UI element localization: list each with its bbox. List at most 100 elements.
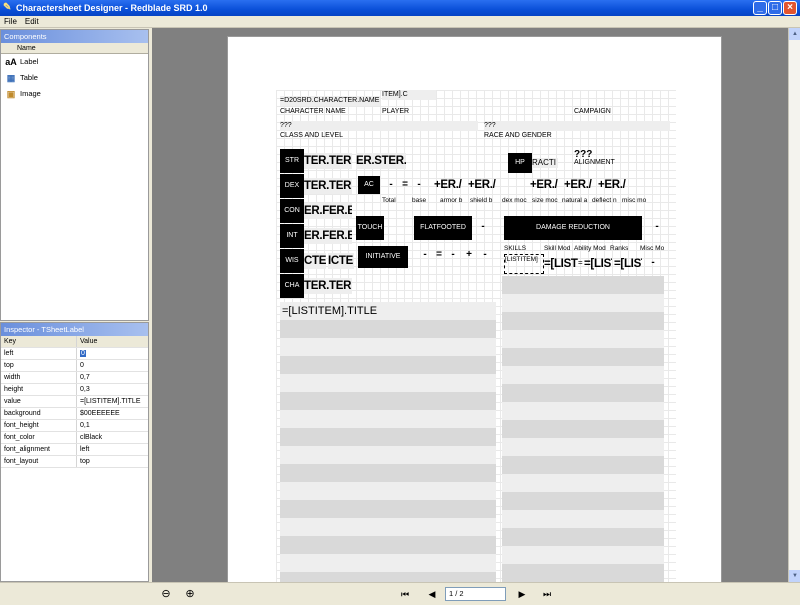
ability-dex-value[interactable]: TER.TER (304, 178, 352, 194)
ac-total[interactable]: - (386, 180, 396, 190)
component-label[interactable]: aA Label (1, 54, 148, 70)
touch-label[interactable]: TOUCH (356, 216, 384, 240)
menu-file[interactable]: File (0, 16, 21, 28)
ac-lbl-deflect[interactable]: deflect n (592, 196, 620, 206)
label-character-name[interactable]: CHARACTER NAME (280, 107, 346, 117)
inspector-row[interactable]: font_color clBlack (1, 432, 148, 444)
ac-natural[interactable]: +ER./ (564, 177, 598, 193)
misc-mod-value[interactable]: - (646, 258, 660, 268)
component-table[interactable]: ▦ Table (1, 70, 148, 86)
character-name-field[interactable]: =D20SRD.CHARACTER.NAME (280, 96, 380, 106)
scroll-down-icon[interactable]: ▼ (789, 570, 800, 582)
ac-lbl-misc[interactable]: misc mo (622, 196, 650, 206)
flatfooted-value[interactable]: - (476, 222, 490, 232)
skill-mod-label[interactable]: Skill Mod (544, 244, 570, 254)
damage-reduction-value[interactable]: - (650, 222, 664, 232)
ability-wis[interactable]: WIS (280, 249, 304, 273)
ac-lbl-size[interactable]: size moc (532, 196, 560, 206)
components-col-name[interactable]: Name (1, 43, 148, 54)
skills-listitem-selected[interactable]: [LISTITEM] (504, 254, 544, 274)
skills-label[interactable]: SKILLS (504, 244, 526, 254)
ability-str-mod[interactable]: ER.STER.S (356, 153, 406, 169)
ability-cha-value[interactable]: TER.TER (304, 278, 352, 294)
ability-con-value[interactable]: ER.FER.B (304, 203, 352, 219)
inspector-row[interactable]: height 0,3 (1, 384, 148, 396)
prop-value[interactable]: =[LISTITEM].TITLE (77, 396, 148, 407)
label-class-level[interactable]: CLASS AND LEVEL (280, 131, 343, 141)
ac-armor[interactable]: +ER./ (434, 177, 468, 193)
init-dex[interactable]: - (446, 250, 460, 260)
component-image[interactable]: ▣ Image (1, 86, 148, 102)
label-player[interactable]: PLAYER (382, 107, 409, 117)
inspector-row[interactable]: left 0 (1, 348, 148, 360)
ranks-value[interactable]: =[LIST (614, 256, 642, 272)
prop-value[interactable]: 0,7 (77, 372, 148, 383)
zoom-out-icon[interactable]: ⊖ (158, 586, 174, 602)
inspector-row[interactable]: value =[LISTITEM].TITLE (1, 396, 148, 408)
ac-size[interactable]: +ER./ (530, 177, 564, 193)
prop-value[interactable]: 0,3 (77, 384, 148, 395)
hp-fragment[interactable]: RACTI (532, 158, 558, 168)
flatfooted-label[interactable]: FLATFOOTED (414, 216, 472, 240)
ability-wis-value[interactable]: CTE (304, 253, 326, 269)
init-total[interactable]: - (418, 250, 432, 260)
ability-con[interactable]: CON (280, 199, 304, 223)
ability-cha[interactable]: CHA (280, 274, 304, 298)
ability-int[interactable]: INT (280, 224, 304, 248)
ac-label[interactable]: AC (358, 176, 380, 194)
list-title[interactable]: =[LISTITEM].TITLE (280, 302, 496, 320)
zoom-in-icon[interactable]: ⊕ (182, 586, 198, 602)
ac-lbl-natural[interactable]: natural a (562, 196, 590, 206)
init-plus[interactable]: + (462, 250, 476, 260)
menu-edit[interactable]: Edit (21, 16, 43, 28)
ability-mod-label[interactable]: Ability Mod (574, 244, 606, 254)
ac-base[interactable]: - (414, 180, 424, 190)
close-button[interactable]: × (783, 1, 797, 15)
damage-reduction-label[interactable]: DAMAGE REDUCTION (504, 216, 642, 240)
inspector-row[interactable]: background $00EEEEEE (1, 408, 148, 420)
ac-lbl-armor[interactable]: armor b (440, 196, 468, 206)
label-campaign[interactable]: CAMPAIGN (574, 107, 611, 117)
prop-value[interactable]: left (77, 444, 148, 455)
left-table[interactable] (280, 320, 496, 582)
ability-wis-mod[interactable]: ICTE (328, 253, 354, 269)
ability-int-value[interactable]: ER.FER.B (304, 228, 352, 244)
prop-value-selected[interactable]: 0 (80, 350, 86, 357)
prop-value[interactable]: top (77, 456, 148, 467)
prop-value[interactable]: $00EEEEEE (77, 408, 148, 419)
skills-table[interactable] (502, 276, 664, 582)
ac-equals[interactable]: = (400, 180, 410, 190)
first-page-button[interactable]: ⏮ (397, 586, 413, 602)
inspector-row[interactable]: font_alignment left (1, 444, 148, 456)
label-race-gender[interactable]: RACE AND GENDER (484, 131, 552, 141)
hp-label[interactable]: HP (508, 153, 532, 173)
ability-mod-value[interactable]: =[LIST (584, 256, 612, 272)
ranks-label[interactable]: Ranks (610, 244, 628, 254)
inspector-row[interactable]: top 0 (1, 360, 148, 372)
ac-lbl-total[interactable]: Total (382, 196, 396, 206)
init-misc[interactable]: - (478, 250, 492, 260)
initiative-label[interactable]: INITIATIVE (358, 246, 408, 268)
label-alignment[interactable]: ALIGNMENT (574, 158, 615, 168)
ac-deflect[interactable]: +ER./ (598, 177, 632, 193)
minimize-button[interactable]: _ (753, 1, 767, 15)
ability-dex[interactable]: DEX (280, 174, 304, 198)
sheet-grid[interactable]: =D20SRD.CHARACTER.NAME ITEM].C CHARACTER… (276, 90, 676, 582)
page-number-input[interactable]: 1 / 2 (445, 587, 506, 601)
col-value[interactable]: Value (77, 336, 148, 347)
ability-str-value[interactable]: TER.TER (304, 153, 352, 169)
inspector-row[interactable]: font_height 0,1 (1, 420, 148, 432)
ac-lbl-shield[interactable]: shield b (470, 196, 498, 206)
prop-value[interactable]: 0 (77, 348, 148, 359)
misc-mod-label[interactable]: Misc Mo (640, 244, 670, 254)
vertical-scrollbar[interactable]: ▲ ▼ (788, 28, 800, 582)
scroll-up-icon[interactable]: ▲ (789, 28, 800, 40)
ac-lbl-base[interactable]: base (412, 196, 426, 206)
ac-lbl-dex[interactable]: dex moc (502, 196, 530, 206)
last-page-button[interactable]: ⏭ (539, 586, 555, 602)
prop-value[interactable]: clBlack (77, 432, 148, 443)
class-field[interactable]: ??? (280, 121, 478, 131)
listitem-fragment[interactable]: ITEM].C (382, 90, 436, 100)
sheet-page[interactable]: =D20SRD.CHARACTER.NAME ITEM].C CHARACTER… (227, 36, 722, 582)
prop-value[interactable]: 0 (77, 360, 148, 371)
